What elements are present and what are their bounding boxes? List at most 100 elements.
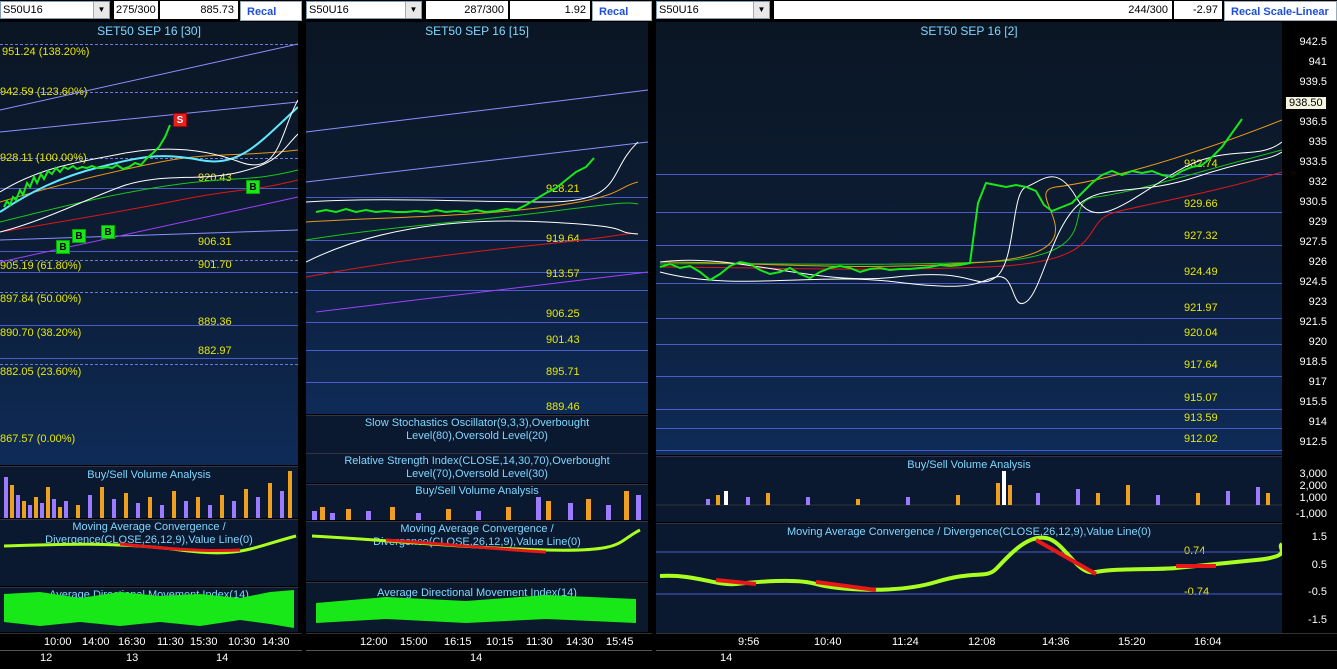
rsi-pane: Relative Strength Index(CLOSE,14,30,70),… — [306, 453, 648, 483]
date-axis: 14 — [656, 650, 1337, 666]
price-tick: 920 — [1308, 336, 1327, 348]
time-label: 10:40 — [814, 636, 842, 648]
bar-count: 244/300 — [772, 1, 1172, 19]
chart-panel-15min: S50U16 ▼ 287/300 1.92 Recal Scal SET50 S… — [306, 0, 652, 669]
date-axis: 14 — [306, 650, 652, 666]
macd-pane: Moving Average Convergence / Divergence(… — [0, 519, 298, 586]
price-tick: 932 — [1308, 176, 1327, 188]
sell-signal: S — [173, 113, 187, 127]
price-axis: 942.5 941 939.5 936.5 935 933.5 932 930.… — [1282, 22, 1337, 455]
adx-plot — [4, 590, 294, 628]
volume-tick: -1,000 — [1295, 508, 1327, 520]
symbol-value: S50U16 — [3, 4, 43, 16]
macd-tick: 0.5 — [1311, 559, 1327, 571]
price-plot — [659, 118, 1282, 305]
toolbar: S50U16 ▼ 287/300 1.92 Recal Scal — [306, 0, 652, 38]
volume-pane: Buy/Sell Volume Analysis — [656, 456, 1282, 522]
price-tick: 915.5 — [1299, 396, 1327, 408]
volume-tick: 3,000 — [1299, 468, 1327, 480]
adx-pane: Average Directional Movement Index(14) — [0, 587, 298, 632]
macd-tick: -1.5 — [1308, 614, 1327, 626]
time-axis: 12:00 15:00 16:15 10:15 11:30 14:30 15:4… — [306, 633, 652, 649]
macd-plot — [311, 528, 641, 554]
chevron-down-icon[interactable]: ▼ — [405, 2, 421, 18]
time-label: 15:00 — [400, 636, 428, 648]
last-price-tag: 938.50 — [1286, 97, 1326, 109]
volume-pane: Buy/Sell Volume Analysis — [306, 484, 648, 520]
price-tick: 917 — [1308, 376, 1327, 388]
price-tick: 930.5 — [1299, 196, 1327, 208]
symbol-value: S50U16 — [309, 4, 349, 16]
macd-tick: -0.5 — [1308, 586, 1327, 598]
time-label: 11:30 — [157, 636, 184, 648]
symbol-select[interactable]: S50U16 ▼ — [656, 1, 770, 19]
price-plot — [306, 89, 648, 313]
price-tick: 942.5 — [1299, 36, 1327, 48]
price-chart[interactable]: SET50 SEP 16 [30] 951.24 (138.20%) 942.5… — [0, 22, 298, 465]
time-label: 15:45 — [606, 636, 634, 648]
recal-scale-button[interactable]: Recal Scale-Linear — [1224, 1, 1337, 21]
price-tick: 914 — [1308, 416, 1327, 428]
price-chart[interactable]: SET50 SEP 16 [15] 928.21 919.64 913.57 9… — [306, 22, 648, 414]
adx-plot — [316, 595, 636, 623]
price-tick: 933.5 — [1299, 156, 1327, 168]
price-tick: 921.5 — [1299, 316, 1327, 328]
change-value: 1.92 — [508, 1, 590, 19]
time-label: 12:08 — [968, 636, 996, 648]
bar-count: 275/300 — [112, 1, 158, 19]
buy-signal: B — [56, 240, 70, 254]
chart-panel-30min: S50U16 ▼ 275/300 885.73 Recal Scale SET5… — [0, 0, 302, 669]
chevron-down-icon[interactable]: ▼ — [753, 2, 769, 18]
time-label: 14:30 — [566, 636, 594, 648]
stochastic-pane: Slow Stochastics Oscillator(9,3,3),Overb… — [306, 415, 648, 453]
toolbar: S50U16 ▼ 275/300 885.73 Recal Scale — [0, 0, 302, 38]
time-label: 11:30 — [526, 636, 553, 648]
price-tick: 912.5 — [1299, 436, 1327, 448]
price-tick: 918.5 — [1299, 356, 1327, 368]
adx-pane: Average Directional Movement Index(14) — [306, 582, 648, 632]
date-label: 12 — [40, 652, 53, 664]
time-label: 10:15 — [486, 636, 514, 648]
recal-scale-button[interactable]: Recal Scal — [592, 1, 652, 38]
price-tick: 935 — [1308, 136, 1327, 148]
buy-signal: B — [101, 225, 115, 239]
time-axis: 10:00 14:00 16:30 11:30 15:30 10:30 14:3… — [0, 633, 302, 649]
time-label: 16:30 — [118, 636, 146, 648]
date-label: 14 — [720, 652, 733, 664]
price-chart[interactable]: SET50 SEP 16 [2] 932.74 929.66 927.32 92… — [656, 22, 1282, 455]
symbol-value: S50U16 — [659, 4, 699, 16]
price-tick: 939.5 — [1299, 76, 1327, 88]
time-label: 16:15 — [444, 636, 472, 648]
time-label: 15:30 — [190, 636, 218, 648]
time-label: 11:24 — [892, 636, 919, 648]
macd-pane: Moving Average Convergence / Divergence(… — [306, 521, 648, 581]
time-label: 15:20 — [1118, 636, 1146, 648]
symbol-select[interactable]: S50U16 ▼ — [306, 1, 422, 19]
pane-title: Relative Strength Index(CLOSE,14,30,70),… — [344, 455, 610, 480]
price-tick: 929 — [1308, 216, 1327, 228]
symbol-select[interactable]: S50U16 ▼ — [0, 1, 110, 19]
time-label: 10:30 — [228, 636, 256, 648]
volume-bars — [4, 471, 292, 518]
price-tick: 941 — [1308, 56, 1327, 68]
price-tick: 926 — [1308, 256, 1327, 268]
date-label: 14 — [470, 652, 483, 664]
time-axis: 9:56 10:40 11:24 12:08 14:36 15:20 16:04 — [656, 633, 1337, 649]
bar-count: 287/300 — [424, 1, 508, 19]
volume-bars — [656, 471, 1282, 506]
recal-scale-button[interactable]: Recal Scale — [240, 1, 302, 38]
date-label: 14 — [216, 652, 229, 664]
time-label: 14:00 — [82, 636, 110, 648]
buy-signal: B — [72, 229, 86, 243]
toolbar: S50U16 ▼ 244/300 -2.97 Recal Scale-Linea… — [656, 0, 1337, 22]
macd-axis: 1.5 0.5 -0.5 -1.5 — [1282, 523, 1337, 633]
price-tick: 924.5 — [1299, 276, 1327, 288]
price-tick: 923 — [1308, 296, 1327, 308]
date-label: 13 — [126, 652, 139, 664]
price-tick: 936.5 — [1299, 116, 1327, 128]
change-value: -2.97 — [1172, 1, 1222, 19]
volume-bars — [312, 491, 641, 520]
chevron-down-icon[interactable]: ▼ — [93, 2, 109, 18]
volume-pane: Buy/Sell Volume Analysis — [0, 466, 298, 518]
time-label: 14:30 — [262, 636, 290, 648]
